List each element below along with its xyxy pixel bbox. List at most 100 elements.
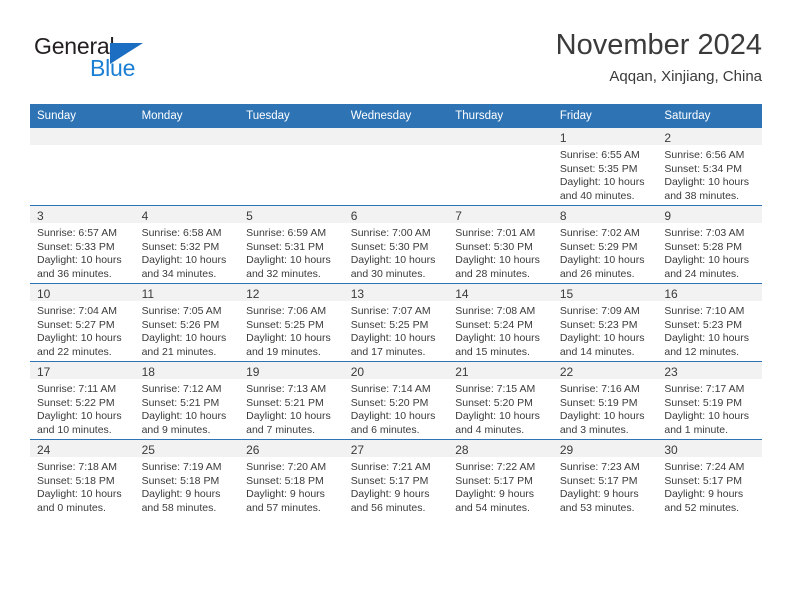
day-cell-empty bbox=[448, 128, 553, 206]
title-block: November 2024 Aqqan, Xinjiang, China bbox=[556, 28, 762, 86]
day-cell-26[interactable]: 26 Sunrise: 7:20 AM Sunset: 5:18 PM Dayligh… bbox=[239, 439, 344, 517]
daylight-text-line2: and 53 minutes. bbox=[559, 501, 635, 514]
day-cell-27[interactable]: 27 Sunrise: 7:21 AM Sunset: 5:17 PM Dayligh… bbox=[343, 439, 449, 517]
day-cell-details: Sunrise: 7:17 AM Sunset: 5:19 PM Daylight:… bbox=[657, 379, 762, 437]
daylight-text-line2: and 14 minutes. bbox=[559, 345, 635, 358]
sunset-text: Sunset: 5:19 PM bbox=[664, 396, 743, 409]
day-cell-empty bbox=[134, 128, 240, 206]
daylight-text-line1: Daylight: 10 hours bbox=[664, 176, 750, 189]
day-number-strip: 29 bbox=[552, 440, 658, 457]
day-cell-7[interactable]: 7 Sunrise: 7:01 AM Sunset: 5:30 PM Daylight… bbox=[448, 205, 553, 284]
sunrise-text: Sunrise: 7:05 AM bbox=[141, 305, 222, 317]
sunrise-text: Sunrise: 7:18 AM bbox=[37, 461, 117, 473]
day-cell-6[interactable]: 6 Sunrise: 7:00 AM Sunset: 5:30 PM Daylight… bbox=[343, 205, 449, 284]
calendar-week-row: 1 Sunrise: 6:55 AM Sunset: 5:35 PM Daylight… bbox=[30, 128, 762, 206]
sunrise-text: Sunrise: 7:14 AM bbox=[350, 383, 431, 395]
day-number: 14 bbox=[455, 287, 469, 301]
sunrise-text: Sunrise: 7:11 AM bbox=[37, 383, 117, 395]
day-cell-details bbox=[135, 145, 240, 149]
daylight-text-line1: Daylight: 10 hours bbox=[455, 254, 540, 267]
day-cell-3[interactable]: 3 Sunrise: 6:57 AM Sunset: 5:33 PM Daylight… bbox=[30, 205, 135, 284]
day-number-strip: 7 bbox=[448, 206, 553, 223]
sunset-text: Sunset: 5:32 PM bbox=[141, 240, 220, 253]
day-cell-details: Sunrise: 7:15 AM Sunset: 5:20 PM Daylight:… bbox=[448, 379, 553, 437]
day-cell-23[interactable]: 23 Sunrise: 7:17 AM Sunset: 5:19 PM Dayligh… bbox=[657, 361, 762, 440]
sunrise-text: Sunrise: 7:15 AM bbox=[455, 383, 536, 395]
sunrise-text: Sunrise: 7:06 AM bbox=[246, 305, 327, 317]
day-number-strip: 26 bbox=[239, 440, 344, 457]
sunrise-text: Sunrise: 7:12 AM bbox=[141, 383, 222, 395]
day-cell-20[interactable]: 20 Sunrise: 7:14 AM Sunset: 5:20 PM Dayligh… bbox=[343, 361, 449, 440]
general-blue-logo[interactable]: General Blue bbox=[30, 30, 250, 90]
day-number: 23 bbox=[664, 365, 678, 379]
day-cell-25[interactable]: 25 Sunrise: 7:19 AM Sunset: 5:18 PM Dayligh… bbox=[134, 439, 240, 517]
day-number-strip: 6 bbox=[343, 206, 449, 223]
sunrise-text: Sunrise: 7:24 AM bbox=[664, 461, 745, 473]
sunset-text: Sunset: 5:33 PM bbox=[37, 240, 115, 253]
day-cell-13[interactable]: 13 Sunrise: 7:07 AM Sunset: 5:25 PM Dayligh… bbox=[343, 283, 449, 362]
daylight-text-line2: and 17 minutes. bbox=[350, 345, 426, 358]
daylight-text-line1: Daylight: 10 hours bbox=[246, 410, 331, 423]
day-number: 29 bbox=[559, 443, 574, 457]
daylight-text-line2: and 0 minutes. bbox=[37, 501, 106, 514]
day-cell-1[interactable]: 1 Sunrise: 6:55 AM Sunset: 5:35 PM Daylight… bbox=[552, 128, 658, 206]
sunset-text: Sunset: 5:23 PM bbox=[559, 318, 638, 331]
day-cell-15[interactable]: 15 Sunrise: 7:09 AM Sunset: 5:23 PM Dayligh… bbox=[552, 283, 658, 362]
day-number-strip bbox=[239, 128, 344, 145]
day-cell-17[interactable]: 17 Sunrise: 7:11 AM Sunset: 5:22 PM Dayligh… bbox=[30, 361, 135, 440]
sunset-text: Sunset: 5:29 PM bbox=[559, 240, 638, 253]
day-number: 26 bbox=[246, 443, 260, 457]
day-cell-29[interactable]: 29 Sunrise: 7:23 AM Sunset: 5:17 PM Dayligh… bbox=[552, 439, 658, 517]
sunset-text: Sunset: 5:35 PM bbox=[559, 162, 638, 175]
day-cell-14[interactable]: 14 Sunrise: 7:08 AM Sunset: 5:24 PM Dayligh… bbox=[448, 283, 553, 362]
day-number: 10 bbox=[37, 287, 51, 301]
day-cell-19[interactable]: 19 Sunrise: 7:13 AM Sunset: 5:21 PM Dayligh… bbox=[239, 361, 344, 440]
day-cell-2[interactable]: 2 Sunrise: 6:56 AM Sunset: 5:34 PM Daylight… bbox=[657, 128, 762, 206]
sunset-text: Sunset: 5:31 PM bbox=[246, 240, 324, 253]
day-cell-24[interactable]: 24 Sunrise: 7:18 AM Sunset: 5:18 PM Dayligh… bbox=[30, 439, 135, 517]
day-cell-details: Sunrise: 7:03 AM Sunset: 5:28 PM Daylight:… bbox=[657, 223, 762, 281]
daylight-text-line2: and 7 minutes. bbox=[246, 423, 316, 436]
day-number-strip: 16 bbox=[657, 284, 762, 301]
daylight-text-line1: Daylight: 10 hours bbox=[141, 254, 227, 267]
day-cell-10[interactable]: 10 Sunrise: 7:04 AM Sunset: 5:27 PM Dayligh… bbox=[30, 283, 135, 362]
day-cell-details: Sunrise: 6:57 AM Sunset: 5:33 PM Daylight:… bbox=[30, 223, 135, 281]
day-cell-details: Sunrise: 7:00 AM Sunset: 5:30 PM Daylight:… bbox=[344, 223, 449, 281]
sunrise-text: Sunrise: 6:58 AM bbox=[141, 227, 222, 239]
daylight-text-line2: and 1 minute. bbox=[664, 423, 729, 436]
daylight-text-line1: Daylight: 10 hours bbox=[559, 332, 645, 345]
daylight-text-line2: and 3 minutes. bbox=[559, 423, 629, 436]
day-cell-21[interactable]: 21 Sunrise: 7:15 AM Sunset: 5:20 PM Dayligh… bbox=[448, 361, 553, 440]
page-subtitle: Aqqan, Xinjiang, China bbox=[609, 68, 762, 85]
day-number-strip: 1 bbox=[552, 128, 658, 145]
day-cell-16[interactable]: 16 Sunrise: 7:10 AM Sunset: 5:23 PM Dayligh… bbox=[657, 283, 762, 362]
day-cell-4[interactable]: 4 Sunrise: 6:58 AM Sunset: 5:32 PM Daylight… bbox=[134, 205, 240, 284]
day-number: 13 bbox=[350, 287, 365, 301]
daylight-text-line2: and 52 minutes. bbox=[664, 501, 740, 514]
day-cell-12[interactable]: 12 Sunrise: 7:06 AM Sunset: 5:25 PM Dayligh… bbox=[239, 283, 344, 362]
day-cell-11[interactable]: 11 Sunrise: 7:05 AM Sunset: 5:26 PM Dayligh… bbox=[134, 283, 240, 362]
day-number-strip: 12 bbox=[239, 284, 344, 301]
day-cell-28[interactable]: 28 Sunrise: 7:22 AM Sunset: 5:17 PM Dayligh… bbox=[448, 439, 553, 517]
daylight-text-line2: and 40 minutes. bbox=[559, 189, 635, 202]
day-number-strip: 20 bbox=[343, 362, 449, 379]
day-number-strip: 5 bbox=[239, 206, 344, 223]
sunrise-text: Sunrise: 7:17 AM bbox=[664, 383, 745, 395]
day-number-strip: 18 bbox=[134, 362, 240, 379]
daylight-text-line2: and 19 minutes. bbox=[246, 345, 321, 358]
sunset-text: Sunset: 5:19 PM bbox=[559, 396, 638, 409]
day-number: 3 bbox=[37, 209, 44, 223]
day-cell-30[interactable]: 30 Sunrise: 7:24 AM Sunset: 5:17 PM Dayligh… bbox=[657, 439, 762, 517]
day-cell-5[interactable]: 5 Sunrise: 6:59 AM Sunset: 5:31 PM Daylight… bbox=[239, 205, 344, 284]
sunrise-text: Sunrise: 7:03 AM bbox=[664, 227, 745, 239]
calendar-table: Sunday Monday Tuesday Wednesday Thursday Frid… bbox=[30, 104, 762, 517]
day-cell-details: Sunrise: 7:05 AM Sunset: 5:26 PM Daylight:… bbox=[135, 301, 240, 359]
day-cell-8[interactable]: 8 Sunrise: 7:02 AM Sunset: 5:29 PM Daylight… bbox=[552, 205, 658, 284]
day-cell-9[interactable]: 9 Sunrise: 7:03 AM Sunset: 5:28 PM Daylight… bbox=[657, 205, 762, 284]
daylight-text-line1: Daylight: 10 hours bbox=[559, 176, 645, 189]
day-number-strip: 4 bbox=[134, 206, 240, 223]
day-cell-22[interactable]: 22 Sunrise: 7:16 AM Sunset: 5:19 PM Dayligh… bbox=[552, 361, 658, 440]
day-cell-details: Sunrise: 6:58 AM Sunset: 5:32 PM Daylight:… bbox=[135, 223, 240, 281]
day-cell-18[interactable]: 18 Sunrise: 7:12 AM Sunset: 5:21 PM Dayligh… bbox=[134, 361, 240, 440]
day-cell-details: Sunrise: 7:18 AM Sunset: 5:18 PM Daylight:… bbox=[30, 457, 135, 515]
